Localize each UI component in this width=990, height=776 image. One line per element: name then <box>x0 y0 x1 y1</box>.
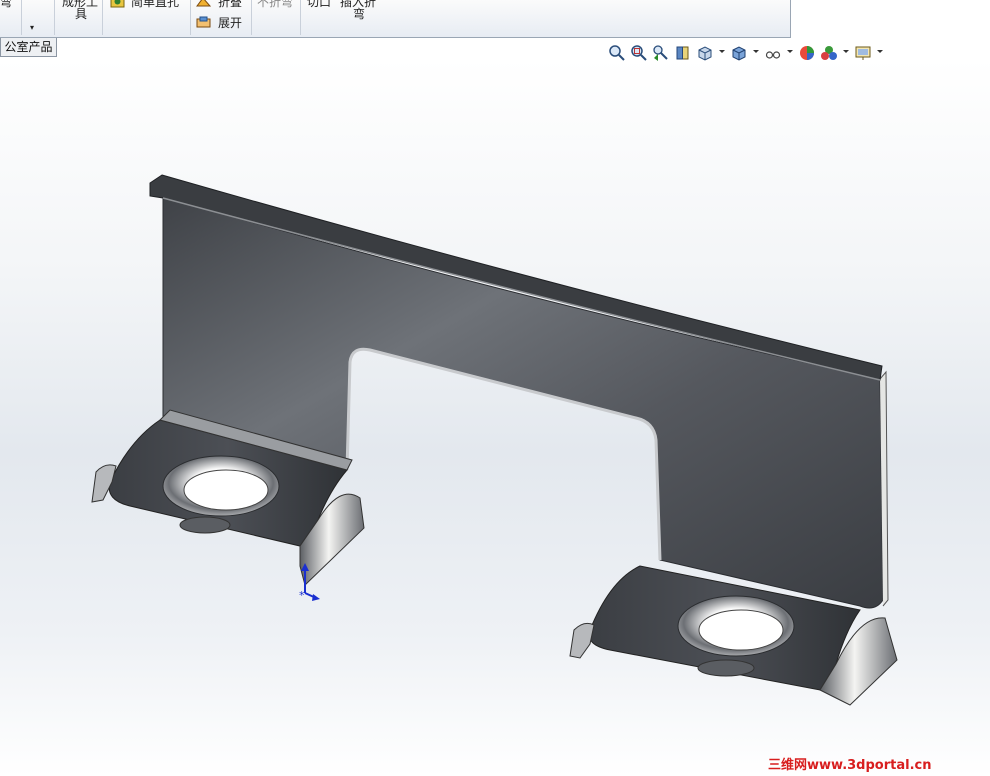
right-hole <box>698 609 784 651</box>
main-plate <box>162 196 884 609</box>
right-foot-tab-left <box>569 622 595 659</box>
right-hole-underside <box>697 659 755 677</box>
svg-text:*: * <box>299 589 305 602</box>
sheet-metal-bracket-model[interactable]: * <box>0 0 990 776</box>
left-hole <box>183 469 269 511</box>
watermark: 三维网www.3dportal.cn <box>768 758 932 773</box>
left-hole-underside <box>179 516 231 534</box>
